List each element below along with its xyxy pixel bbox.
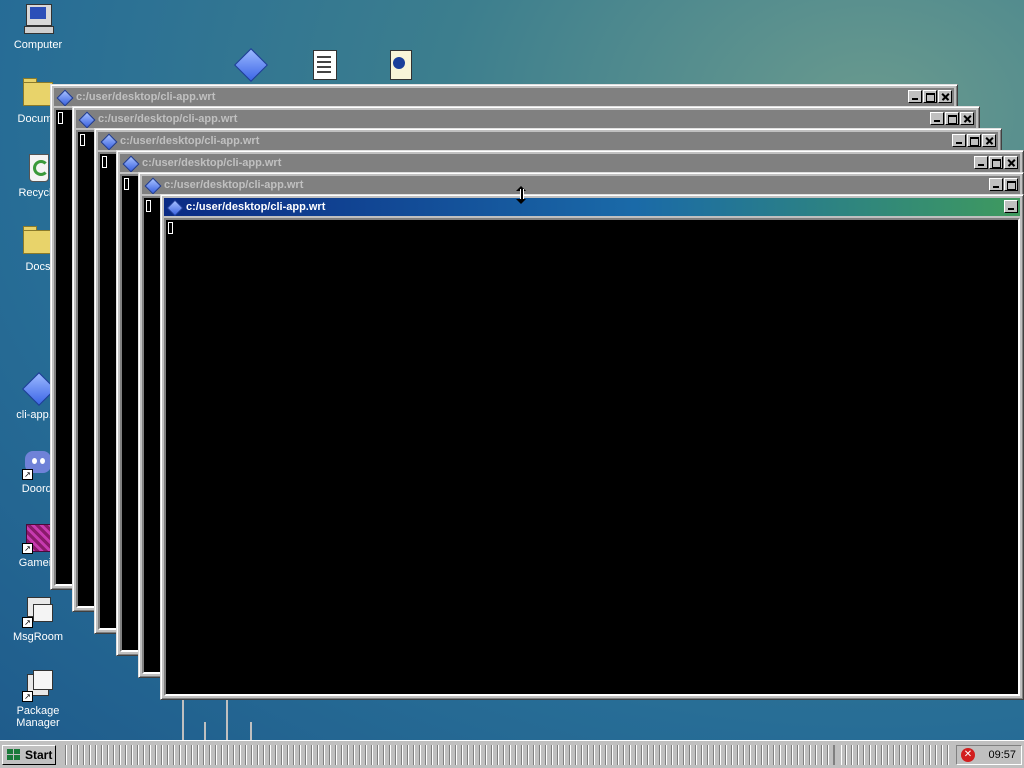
desktop-icon-label: MsgRoom bbox=[12, 631, 64, 643]
window-title: c:/user/desktop/cli-app.wrt bbox=[142, 157, 282, 169]
window-titlebar[interactable]: c:/user/desktop/cli-app.wrt bbox=[54, 88, 954, 106]
close-button[interactable] bbox=[938, 90, 952, 103]
close-button[interactable] bbox=[982, 134, 996, 147]
window-titlebar[interactable]: c:/user/desktop/cli-app.wrt bbox=[164, 198, 1020, 216]
system-tray: ✕ 09:57 bbox=[956, 745, 1022, 765]
minimize-button[interactable] bbox=[1004, 200, 1018, 213]
desktop: Computer Docume Recycle Docs cli-app.w ↗… bbox=[0, 0, 1024, 740]
window-title: c:/user/desktop/cli-app.wrt bbox=[186, 201, 326, 213]
desktop-icon-package-manager[interactable]: ↗ Package Manager bbox=[0, 668, 76, 729]
app-diamond-icon bbox=[122, 155, 140, 172]
app-diamond-icon bbox=[56, 89, 74, 106]
desktop-icon-web-document[interactable] bbox=[362, 48, 438, 85]
window-title: c:/user/desktop/cli-app.wrt bbox=[120, 135, 260, 147]
shortcut-arrow-icon: ↗ bbox=[22, 617, 33, 628]
terminal-window-active[interactable]: c:/user/desktop/cli-app.wrt bbox=[160, 194, 1024, 700]
computer-icon bbox=[21, 2, 55, 36]
text-cursor bbox=[80, 134, 85, 146]
terminal-area[interactable] bbox=[164, 218, 1020, 696]
window-title: c:/user/desktop/cli-app.wrt bbox=[76, 91, 216, 103]
desktop-icon-computer[interactable]: Computer bbox=[0, 2, 76, 51]
close-button[interactable] bbox=[960, 112, 974, 125]
desktop-icon-msgroom[interactable]: ↗ MsgRoom bbox=[0, 594, 76, 643]
minimize-button[interactable] bbox=[974, 156, 988, 169]
maximize-button[interactable] bbox=[989, 156, 1003, 169]
window-titlebar[interactable]: c:/user/desktop/cli-app.wrt bbox=[76, 110, 976, 128]
error-icon[interactable]: ✕ bbox=[961, 748, 975, 762]
minimize-button[interactable] bbox=[908, 90, 922, 103]
maximize-button[interactable] bbox=[923, 90, 937, 103]
minimize-button[interactable] bbox=[930, 112, 944, 125]
maximize-button[interactable] bbox=[967, 134, 981, 147]
web-document-icon bbox=[383, 48, 417, 82]
desktop-icon-notepad[interactable] bbox=[286, 48, 362, 85]
minimize-button[interactable] bbox=[952, 134, 966, 147]
taskbar: Start ✕ 09:57 bbox=[0, 740, 1024, 768]
window-titlebar[interactable]: c:/user/desktop/cli-app.wrt bbox=[98, 132, 998, 150]
window-title: c:/user/desktop/cli-app.wrt bbox=[164, 179, 304, 191]
maximize-button[interactable] bbox=[1004, 178, 1018, 191]
maximize-button[interactable] bbox=[945, 112, 959, 125]
app-diamond-icon bbox=[144, 177, 162, 194]
package-manager-icon: ↗ bbox=[21, 668, 55, 702]
vertical-resize-cursor-icon bbox=[516, 186, 526, 204]
shortcut-arrow-icon: ↗ bbox=[22, 543, 33, 554]
desktop-icon-label: Package Manager bbox=[16, 705, 60, 729]
start-logo-icon bbox=[7, 749, 20, 761]
text-cursor bbox=[102, 156, 107, 168]
text-cursor bbox=[168, 222, 173, 234]
diamond-app-icon bbox=[233, 48, 268, 82]
start-button[interactable]: Start bbox=[2, 745, 56, 765]
text-cursor bbox=[124, 178, 129, 190]
text-cursor bbox=[146, 200, 151, 212]
window-frame-remnant bbox=[204, 722, 252, 740]
window-title: c:/user/desktop/cli-app.wrt bbox=[98, 113, 238, 125]
message-room-icon: ↗ bbox=[21, 594, 55, 628]
minimize-button[interactable] bbox=[989, 178, 1003, 191]
desktop-icon-label: Computer bbox=[13, 39, 63, 51]
app-diamond-icon bbox=[78, 111, 96, 128]
desktop-icon-top-app[interactable] bbox=[212, 48, 288, 85]
app-diamond-icon bbox=[166, 199, 184, 216]
window-titlebar[interactable]: c:/user/desktop/cli-app.wrt bbox=[142, 176, 1020, 194]
taskbar-window-list[interactable] bbox=[62, 745, 950, 765]
notepad-icon bbox=[307, 48, 341, 82]
shortcut-arrow-icon: ↗ bbox=[22, 469, 33, 480]
window-titlebar[interactable]: c:/user/desktop/cli-app.wrt bbox=[120, 154, 1020, 172]
app-diamond-icon bbox=[100, 133, 118, 150]
text-cursor bbox=[58, 112, 63, 124]
shortcut-arrow-icon: ↗ bbox=[22, 691, 33, 702]
start-button-label: Start bbox=[25, 748, 53, 762]
taskbar-separator bbox=[834, 745, 842, 765]
clock[interactable]: 09:57 bbox=[988, 746, 1016, 764]
close-button[interactable] bbox=[1004, 156, 1018, 169]
